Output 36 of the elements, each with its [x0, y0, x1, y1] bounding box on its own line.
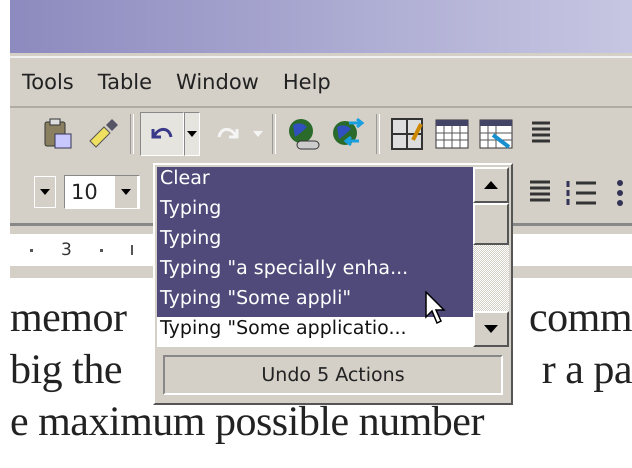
document-text: r a pa: [542, 346, 632, 394]
caret-icon: [121, 188, 131, 194]
table-edit-icon[interactable]: [479, 119, 513, 149]
font-dropdown-button[interactable]: [34, 176, 56, 208]
undo-actions-button[interactable]: Undo 5 Actions: [163, 355, 503, 395]
document-text: big the: [10, 346, 122, 394]
scroll-down-icon[interactable]: [484, 325, 498, 333]
undo-button[interactable]: [140, 112, 184, 156]
undo-list-item[interactable]: Typing: [157, 197, 473, 227]
menu-item[interactable]: Help: [280, 68, 333, 96]
globe-icon[interactable]: [287, 117, 321, 151]
undo-list-item[interactable]: Typing "a specially enha...: [157, 257, 473, 287]
document-text: memor: [10, 294, 126, 342]
undo-list-item[interactable]: Typing "Some appli": [157, 287, 473, 317]
menu-item[interactable]: Table: [96, 68, 154, 96]
table-icon[interactable]: [435, 119, 469, 149]
scroll-up-icon[interactable]: [484, 181, 498, 189]
font-size-value: 10: [71, 180, 98, 204]
undo-list-item[interactable]: Typing: [157, 227, 473, 257]
scrollbar[interactable]: [473, 167, 509, 347]
draw-table-icon[interactable]: [391, 118, 425, 150]
menu-item[interactable]: Window: [174, 68, 261, 96]
undo-dropdown-button[interactable]: [184, 112, 200, 156]
clipboard-icon[interactable]: [43, 118, 73, 150]
caret-icon: [187, 131, 197, 137]
ruler-number: 3: [61, 240, 72, 260]
scroll-thumb[interactable]: [473, 203, 509, 245]
undo-list-item[interactable]: Clear: [157, 167, 473, 197]
caret-icon: [40, 188, 50, 194]
font-size-combobox[interactable]: 10: [64, 174, 140, 208]
document-text: comm: [529, 294, 632, 342]
document-text: e maximum possible number: [10, 398, 484, 446]
undo-list-item[interactable]: Typing "Some applicatio...: [157, 317, 473, 347]
menu-item[interactable]: Tools: [20, 68, 76, 96]
caret-icon: [253, 131, 263, 137]
mouse-pointer-icon: [425, 291, 447, 325]
